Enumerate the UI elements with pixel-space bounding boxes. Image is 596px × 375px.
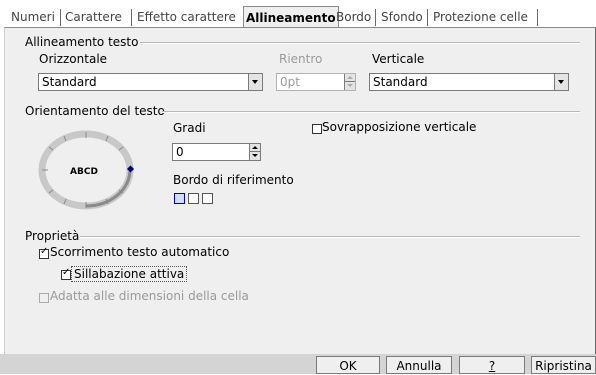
indent-value: 0pt: [280, 75, 300, 89]
tab-font-effects[interactable]: Effetto carattere: [137, 8, 236, 27]
chevron-down-icon[interactable]: [554, 74, 568, 90]
group-divider: [162, 111, 580, 113]
reference-edge-bottom-icon[interactable]: [174, 193, 185, 204]
tab-background[interactable]: Sfondo: [381, 8, 423, 27]
vertical-stacking-label[interactable]: Sovrapposizione verticale: [322, 120, 476, 134]
tab-font[interactable]: Carattere: [65, 8, 122, 27]
wrap-text-label[interactable]: Scorrimento testo automatico: [50, 245, 229, 259]
degrees-spinner[interactable]: 0: [172, 143, 261, 161]
tab-cell-protection[interactable]: Protezione celle: [433, 8, 528, 27]
shrink-to-fit-label[interactable]: Adatta alle dimensioni della cella: [50, 289, 249, 303]
group-divider: [140, 42, 580, 44]
tab-separator: [131, 9, 132, 26]
tab-separator: [537, 9, 538, 26]
spin-down-icon[interactable]: [249, 152, 260, 160]
vertical-alignment-value: Standard: [373, 75, 428, 89]
shrink-to-fit-checkbox[interactable]: [39, 293, 49, 303]
hyphenation-checkbox[interactable]: [61, 267, 71, 280]
chevron-down-icon[interactable]: [248, 74, 262, 90]
group-divider: [80, 236, 580, 238]
help-button[interactable]: ?: [459, 356, 525, 374]
indent-spinner[interactable]: 0pt: [276, 73, 356, 91]
cancel-button[interactable]: Annulla: [386, 356, 452, 374]
hyphenation-label[interactable]: Sillabazione attiva: [71, 266, 188, 282]
horizontal-alignment-select[interactable]: Standard: [38, 73, 263, 91]
properties-heading: Proprietà: [25, 229, 80, 243]
wrap-text-checkbox[interactable]: [39, 246, 49, 259]
tab-alignment[interactable]: Allineamento: [243, 6, 339, 29]
degrees-label: Gradi: [173, 121, 206, 135]
vertical-alignment-select[interactable]: Standard: [369, 73, 569, 91]
dial-sample-text: ABCD: [70, 167, 98, 177]
horizontal-label: Orizzontale: [39, 52, 108, 66]
spin-down-icon[interactable]: [344, 82, 355, 90]
text-alignment-heading: Allineamento testo: [25, 35, 139, 49]
spin-up-icon[interactable]: [344, 74, 355, 82]
text-orientation-heading: Orientamento del testo: [25, 104, 165, 118]
vertical-label: Verticale: [372, 52, 425, 66]
reference-edge-top-icon[interactable]: [188, 193, 199, 204]
reference-edge-label: Bordo di riferimento: [173, 173, 294, 187]
tab-separator: [60, 9, 61, 26]
tab-separator: [375, 9, 376, 26]
tab-borders[interactable]: Bordo: [336, 8, 371, 27]
orientation-dial[interactable]: ABCD: [36, 130, 136, 210]
spin-up-icon[interactable]: [249, 144, 260, 152]
vertical-stacking-checkbox[interactable]: [312, 124, 322, 134]
horizontal-alignment-value: Standard: [42, 75, 97, 89]
tab-separator: [427, 9, 428, 26]
ok-button[interactable]: OK: [316, 356, 380, 374]
tab-numbers[interactable]: Numeri: [11, 8, 55, 27]
degrees-value: 0: [176, 145, 184, 159]
indent-label: Rientro: [279, 52, 323, 66]
reset-button[interactable]: Ripristina: [531, 356, 596, 374]
reference-edge-cell-icon[interactable]: [202, 193, 213, 204]
